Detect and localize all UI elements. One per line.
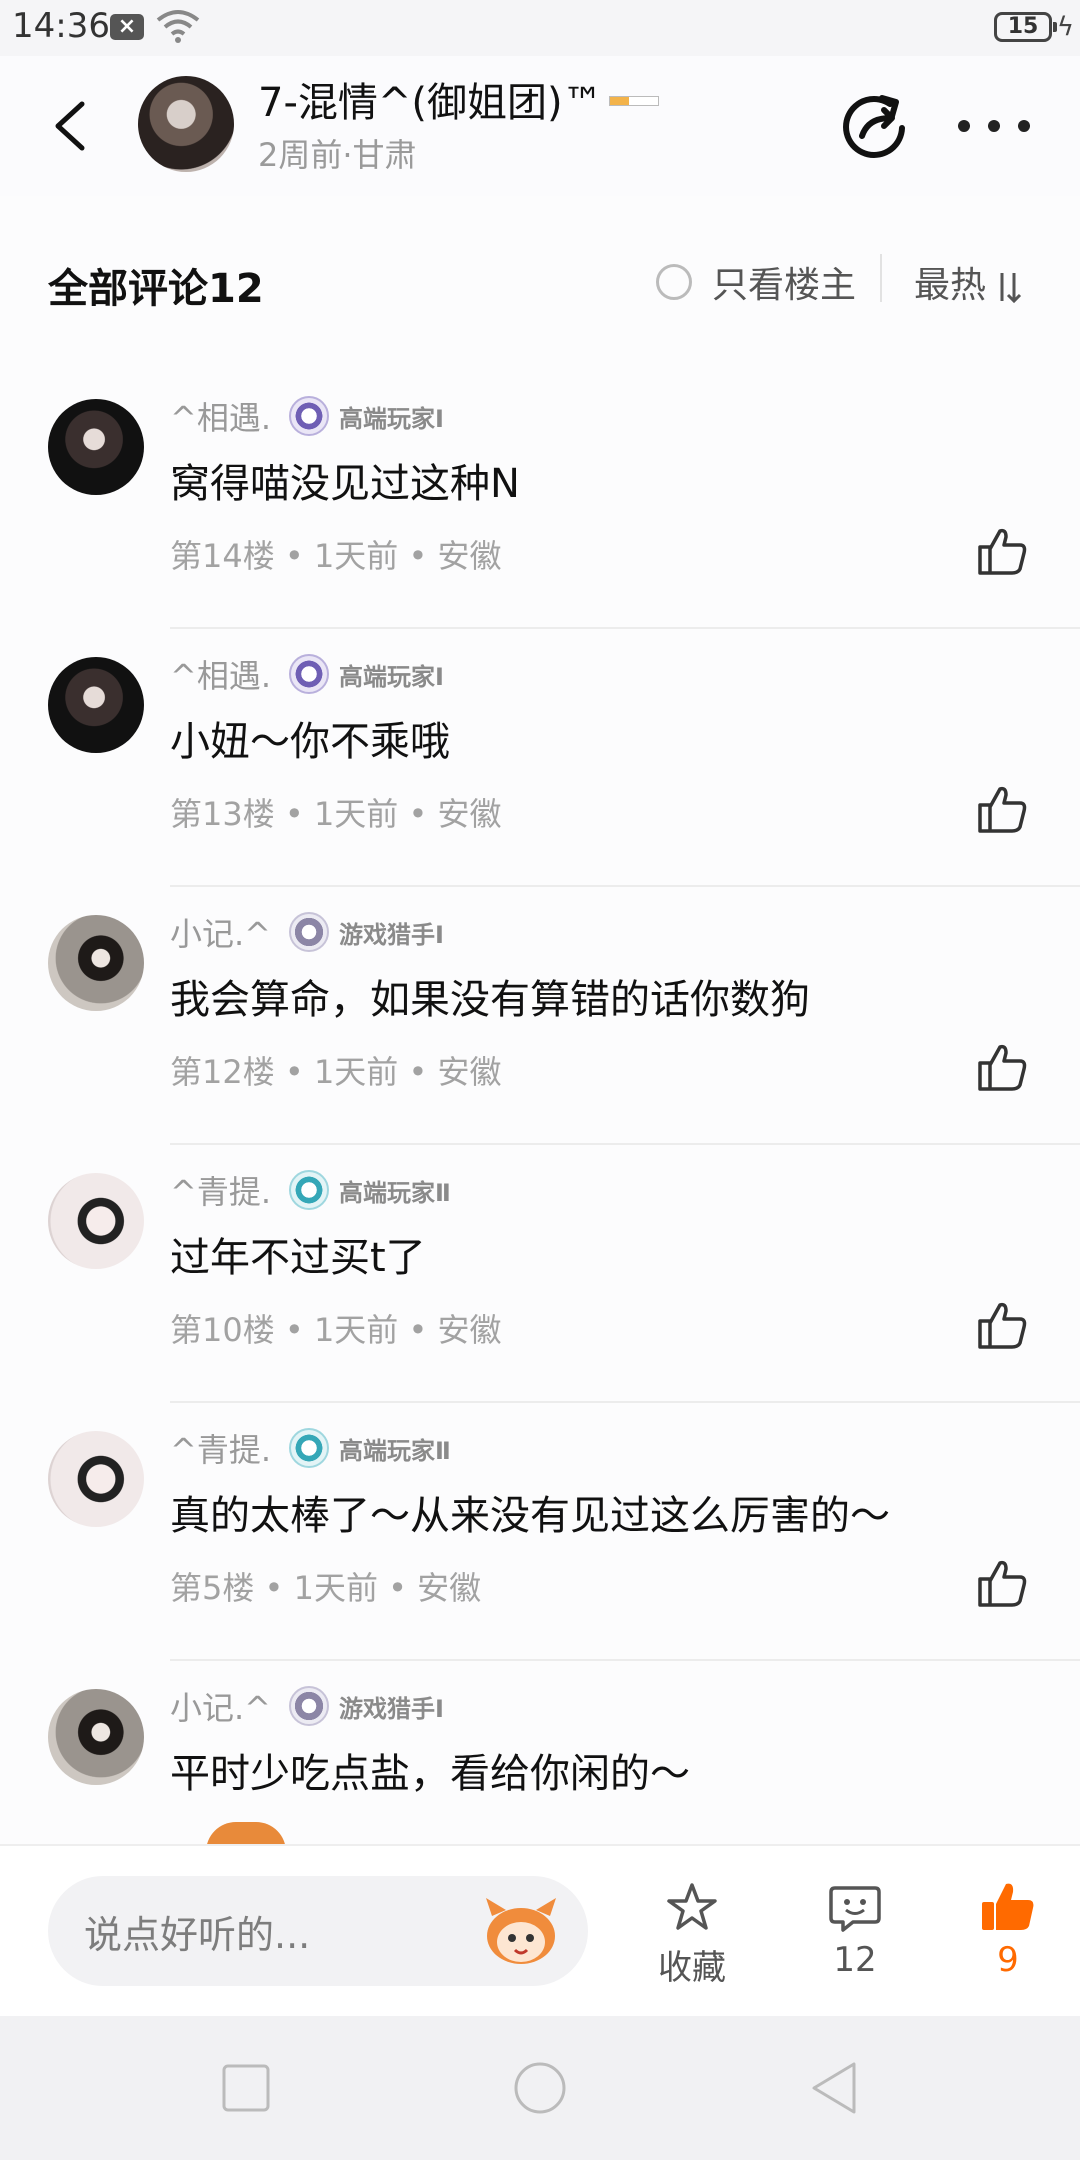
notification-x-icon: ×	[110, 14, 144, 40]
radio-icon[interactable]	[656, 264, 692, 300]
back-arrow-icon[interactable]	[44, 96, 104, 156]
favorite-label: 收藏	[658, 1948, 726, 1988]
sort-button[interactable]: 最热	[914, 256, 1024, 308]
level-badge-label: 游戏猎手Ⅰ	[339, 1694, 444, 1723]
commenter-row: ^相遇. 高端玩家Ⅰ	[170, 651, 444, 697]
more-icon[interactable]	[958, 108, 1030, 144]
system-nav-bar	[0, 2016, 1080, 2160]
comment-item[interactable]: 小记.^ 游戏猎手Ⅰ 我会算命，如果没有算错的话你数狗 第12楼 • 1天前 •…	[0, 887, 1080, 1145]
comment-meta: 第5楼 • 1天前 • 安徽	[170, 1569, 482, 1607]
commenter-avatar[interactable]	[48, 657, 144, 753]
commenter-row: ^青提. 高端玩家Ⅱ	[170, 1425, 451, 1471]
thumb-up-filled-icon	[982, 1883, 1034, 1930]
nav-back-icon[interactable]	[806, 2060, 862, 2116]
level-badge-icon	[289, 1170, 329, 1210]
comments-title: 全部评论12	[48, 266, 264, 312]
wifi-icon	[156, 10, 200, 43]
commenter-row: ^相遇. 高端玩家Ⅰ	[170, 393, 444, 439]
like-icon[interactable]	[976, 1557, 1028, 1609]
commenter-avatar[interactable]	[48, 1689, 144, 1785]
only-op-toggle[interactable]: 只看楼主	[656, 256, 856, 308]
comments-header: 全部评论12 只看楼主 最热	[0, 196, 1080, 371]
level-badge-label: 高端玩家Ⅱ	[339, 1178, 451, 1207]
level-badge-label: 游戏猎手Ⅰ	[339, 920, 444, 949]
status-bar: 14:36 × 15 ϟ	[0, 0, 1080, 56]
sort-label: 最热	[914, 265, 987, 306]
favorite-button[interactable]: 收藏	[632, 1880, 752, 1989]
like-icon[interactable]	[976, 1299, 1028, 1351]
level-badge-icon	[289, 654, 329, 694]
nav-recent-icon[interactable]	[218, 2060, 274, 2116]
comment-meta: 第13楼 • 1天前 • 安徽	[170, 795, 502, 833]
comment-text: 平时少吃点盐，看给你闲的～	[170, 1751, 690, 1797]
only-op-label: 只看楼主	[712, 265, 857, 306]
comment-text: 窝得喵没见过这种N	[170, 461, 520, 507]
level-badge-label: 高端玩家Ⅰ	[339, 404, 444, 433]
bottom-action-bar: 说点好听的... 收藏 12 9	[0, 1844, 1080, 2016]
level-badge-icon	[289, 396, 329, 436]
level-badge-icon	[289, 912, 329, 952]
comment-item[interactable]: ^青提. 高端玩家Ⅱ 过年不过买t了 第10楼 • 1天前 • 安徽	[0, 1145, 1080, 1403]
comments-section: 全部评论12 只看楼主 最热 ^相遇. 高端玩家Ⅰ 窝得喵没见过这种N 第14楼…	[0, 196, 1080, 1844]
cigarette-icon	[608, 96, 659, 106]
comment-icon	[829, 1886, 881, 1932]
level-badge-icon	[289, 1428, 329, 1468]
comment-item[interactable]: 小记.^ 游戏猎手Ⅰ 平时少吃点盐，看给你闲的～	[0, 1661, 1080, 1844]
post-meta: 2周前·甘肃	[258, 136, 417, 174]
comment-meta: 第14楼 • 1天前 • 安徽	[170, 537, 502, 575]
commenter-name[interactable]: ^相遇.	[170, 651, 271, 697]
nav-home-icon[interactable]	[512, 2060, 568, 2116]
commenter-row: 小记.^ 游戏猎手Ⅰ	[170, 909, 444, 955]
mascot-icon[interactable]	[482, 1894, 560, 1968]
comment-item[interactable]: ^青提. 高端玩家Ⅱ 真的太棒了～从来没有见过这么厉害的～ 第5楼 • 1天前 …	[0, 1403, 1080, 1661]
commenter-row: ^青提. 高端玩家Ⅱ	[170, 1167, 451, 1213]
comment-text: 小妞～你不乘哦	[170, 719, 450, 765]
commenter-name[interactable]: ^相遇.	[170, 393, 271, 439]
like-icon[interactable]	[976, 783, 1028, 835]
status-time: 14:36	[12, 6, 110, 46]
battery-icon: 15	[994, 12, 1057, 42]
commenter-avatar[interactable]	[48, 1431, 144, 1527]
author-name-text: 7-混情^(御姐团)™	[258, 80, 603, 126]
commenter-name[interactable]: ^青提.	[170, 1425, 271, 1471]
commenter-row: 小记.^ 游戏猎手Ⅰ	[170, 1683, 444, 1729]
divider	[880, 254, 882, 302]
like-post-button[interactable]: 9	[948, 1880, 1068, 1980]
comment-item[interactable]: ^相遇. 高端玩家Ⅰ 窝得喵没见过这种N 第14楼 • 1天前 • 安徽	[0, 371, 1080, 629]
level-badge-label: 高端玩家Ⅰ	[339, 662, 444, 691]
star-icon	[667, 1883, 717, 1930]
author-name[interactable]: 7-混情^(御姐团)™	[258, 70, 659, 128]
sort-icon	[1000, 273, 1022, 304]
level-badge-icon	[289, 1686, 329, 1726]
charging-icon: ϟ	[1056, 12, 1074, 42]
like-icon[interactable]	[976, 1041, 1028, 1093]
commenter-avatar[interactable]	[48, 399, 144, 495]
commenter-avatar[interactable]	[48, 1173, 144, 1269]
commenter-name[interactable]: ^青提.	[170, 1167, 271, 1213]
comment-input[interactable]: 说点好听的...	[48, 1876, 588, 1986]
comment-text: 真的太棒了～从来没有见过这么厉害的～	[170, 1493, 890, 1539]
comment-input-placeholder: 说点好听的...	[84, 1913, 311, 1957]
commenter-name[interactable]: 小记.^	[170, 1683, 271, 1729]
like-count: 9	[997, 1940, 1019, 1980]
comment-item[interactable]: ^相遇. 高端玩家Ⅰ 小妞～你不乘哦 第13楼 • 1天前 • 安徽	[0, 629, 1080, 887]
comment-count-button[interactable]: 12	[795, 1880, 915, 1980]
comment-text: 我会算命，如果没有算错的话你数狗	[170, 977, 810, 1023]
share-icon[interactable]	[838, 88, 914, 164]
post-header: 7-混情^(御姐团)™ 2周前·甘肃	[0, 56, 1080, 196]
commenter-name[interactable]: 小记.^	[170, 909, 271, 955]
comment-meta: 第12楼 • 1天前 • 安徽	[170, 1053, 502, 1091]
comment-meta: 第10楼 • 1天前 • 安徽	[170, 1311, 502, 1349]
author-avatar[interactable]	[138, 76, 234, 172]
level-badge-label: 高端玩家Ⅱ	[339, 1436, 451, 1465]
comment-count: 12	[833, 1940, 877, 1980]
comment-text: 过年不过买t了	[170, 1235, 426, 1281]
commenter-avatar[interactable]	[48, 915, 144, 1011]
like-icon[interactable]	[976, 525, 1028, 577]
